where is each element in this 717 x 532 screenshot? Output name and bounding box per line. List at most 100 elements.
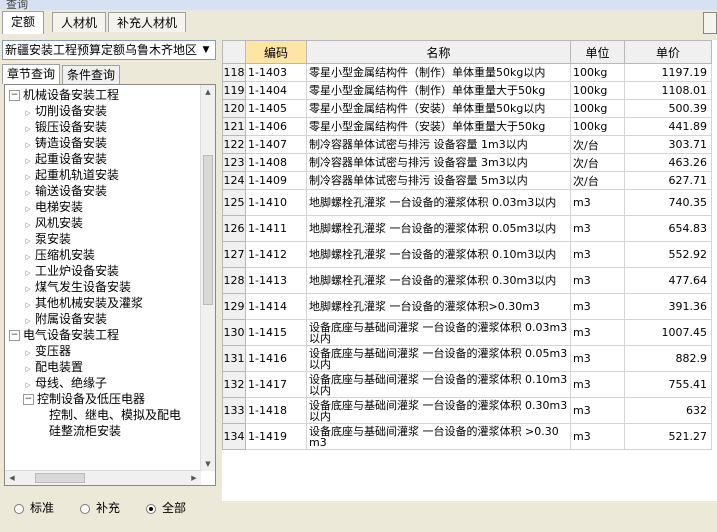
table-row[interactable]: 121 1-1406 零星小型金属结构件（安装）单体重量大于50kg 100kg 441… bbox=[222, 117, 712, 136]
column-header-name[interactable]: 名称 bbox=[306, 40, 571, 64]
tree-item[interactable]: ▷ 变压器 bbox=[23, 343, 71, 359]
tree-item[interactable]: ▷ 起重设备安装 bbox=[23, 151, 107, 167]
table-row[interactable]: 118 1-1403 零星小型金属结构件（制作）单体重量50kg以内 100kg 119… bbox=[222, 63, 712, 82]
scroll-up-icon[interactable]: ▲ bbox=[201, 85, 215, 99]
radio-all-dot[interactable] bbox=[146, 503, 156, 514]
tree-item[interactable]: 控制、继电、模拟及配电 bbox=[37, 407, 181, 423]
radio-standard[interactable]: 标准 bbox=[14, 500, 54, 516]
region-select[interactable]: 新疆安装工程预算定额乌鲁木齐地区 ▼ bbox=[2, 40, 216, 60]
collapse-icon[interactable]: − bbox=[9, 90, 20, 101]
table-row[interactable]: 134 1-1419 设备底座与基础间灌浆 一台设备的灌浆体积 >0.30m3 m3 5… bbox=[222, 423, 712, 450]
tree-item[interactable]: ▷ 附属设备安装 bbox=[23, 311, 107, 327]
tree-item[interactable]: − 电气设备安装工程 bbox=[9, 327, 119, 343]
collapse-icon[interactable]: − bbox=[9, 330, 20, 341]
tree-item-label: 配电装置 bbox=[35, 360, 84, 374]
radio-all[interactable]: 全部 bbox=[146, 500, 186, 516]
tree-item-label: 工业炉设备安装 bbox=[35, 264, 120, 278]
row-number-cell: 130 bbox=[222, 319, 246, 346]
tab-labor-material-machine[interactable]: 人材机 bbox=[52, 12, 107, 32]
close-button[interactable] bbox=[703, 12, 717, 34]
tree-item-label: 铸造设备安装 bbox=[35, 136, 108, 150]
tree-item[interactable]: ▷ 压缩机安装 bbox=[23, 247, 95, 263]
row-number-cell: 131 bbox=[222, 345, 246, 372]
scroll-right-icon[interactable]: ▶ bbox=[187, 471, 201, 485]
table-row[interactable]: 128 1-1413 地脚螺栓孔灌浆 一台设备的灌浆体积 0.30m3以内 m3 477… bbox=[222, 267, 712, 294]
code-cell: 1-1418 bbox=[245, 397, 307, 424]
tree-item[interactable]: ▷ 其他机械安装及灌浆 bbox=[23, 295, 143, 311]
table-row[interactable]: 123 1-1408 制冷容器单体试密与排污 设备容量 3m3以内 次/台 463.26 bbox=[222, 153, 712, 172]
tree-item[interactable]: ▷ 工业炉设备安装 bbox=[23, 263, 119, 279]
scroll-down-icon[interactable]: ▼ bbox=[201, 457, 215, 471]
tab-quota[interactable]: 定额 bbox=[2, 11, 45, 34]
row-number-cell: 133 bbox=[222, 397, 246, 424]
price-cell: 1197.19 bbox=[624, 63, 712, 82]
tree-item[interactable]: ▷ 风机安装 bbox=[23, 215, 83, 231]
price-cell: 1108.01 bbox=[624, 81, 712, 100]
scroll-left-icon[interactable]: ◀ bbox=[5, 471, 19, 485]
tab-condition-query[interactable]: 条件查询 bbox=[62, 65, 121, 84]
tree-vertical-scrollbar[interactable]: ▲ ▼ bbox=[200, 85, 215, 471]
tree-item[interactable]: ▷ 泵安装 bbox=[23, 231, 71, 247]
code-cell: 1-1414 bbox=[245, 293, 307, 320]
tree-item-label: 机械设备安装工程 bbox=[23, 88, 120, 102]
tree-item-label: 泵安装 bbox=[35, 232, 72, 246]
table-row[interactable]: 126 1-1411 地脚螺栓孔灌浆 一台设备的灌浆体积 0.05m3以内 m3 654… bbox=[222, 215, 712, 242]
code-cell: 1-1404 bbox=[245, 81, 307, 100]
tree-item[interactable]: − 机械设备安装工程 bbox=[9, 87, 119, 103]
tree-item[interactable]: ▷ 铸造设备安装 bbox=[23, 135, 107, 151]
tree-horizontal-scrollbar[interactable]: ◀ ▶ bbox=[5, 470, 201, 485]
column-header-price[interactable]: 单价 bbox=[624, 40, 712, 64]
table-row[interactable]: 127 1-1412 地脚螺栓孔灌浆 一台设备的灌浆体积 0.10m3以内 m3 552… bbox=[222, 241, 712, 268]
table-row[interactable]: 125 1-1410 地脚螺栓孔灌浆 一台设备的灌浆体积 0.03m3以内 m3 740… bbox=[222, 189, 712, 216]
table-row[interactable]: 119 1-1404 零星小型金属结构件（制作）单体重量大于50kg 100kg 110… bbox=[222, 81, 712, 100]
table-row[interactable]: 133 1-1418 设备底座与基础间灌浆 一台设备的灌浆体积 0.30m3以内 m3… bbox=[222, 397, 712, 424]
tree-item[interactable]: ▷ 母线、绝缘子 bbox=[23, 375, 107, 391]
unit-cell: m3 bbox=[570, 319, 625, 346]
scroll-thumb[interactable] bbox=[203, 155, 213, 305]
tree-item[interactable]: ▷ 切削设备安装 bbox=[23, 103, 107, 119]
column-header-code[interactable]: 编码 bbox=[245, 40, 307, 64]
tab-chapter-query[interactable]: 章节查询 bbox=[2, 64, 61, 84]
radio-supplementary[interactable]: 补充 bbox=[80, 500, 120, 516]
table-row[interactable]: 124 1-1409 制冷容器单体试密与排污 设备容量 5m3以内 次/台 627.71 bbox=[222, 171, 712, 190]
tree-item-label: 母线、绝缘子 bbox=[35, 376, 108, 390]
tree-item[interactable]: − 控制设备及低压电器 bbox=[23, 391, 145, 407]
tree-item[interactable]: ▷ 输送设备安装 bbox=[23, 183, 107, 199]
scroll-thumb-horizontal[interactable] bbox=[35, 473, 85, 483]
tree-item[interactable]: ▷ 起重机轨道安装 bbox=[23, 167, 119, 183]
tree-item[interactable]: ▷ 配电装置 bbox=[23, 359, 83, 375]
price-cell: 740.35 bbox=[624, 189, 712, 216]
code-cell: 1-1413 bbox=[245, 267, 307, 294]
row-number-cell: 132 bbox=[222, 371, 246, 398]
code-cell: 1-1416 bbox=[245, 345, 307, 372]
table-row[interactable]: 120 1-1405 零星小型金属结构件（安装）单体重量50kg以内 100kg 500… bbox=[222, 99, 712, 118]
tab-supplementary-materials[interactable]: 补充人材机 bbox=[108, 12, 187, 32]
collapse-icon[interactable]: − bbox=[23, 394, 34, 405]
table-row[interactable]: 122 1-1407 制冷容器单体试密与排污 设备容量 1m3以内 次/台 303.71 bbox=[222, 135, 712, 154]
table-row[interactable]: 132 1-1417 设备底座与基础间灌浆 一台设备的灌浆体积 0.10m3以内 m3… bbox=[222, 371, 712, 398]
name-cell: 地脚螺栓孔灌浆 一台设备的灌浆体积 0.30m3以内 bbox=[306, 267, 571, 294]
tree-item-label: 锻压设备安装 bbox=[35, 120, 108, 134]
code-cell: 1-1419 bbox=[245, 423, 307, 450]
chevron-down-icon[interactable]: ▼ bbox=[199, 43, 213, 57]
code-cell: 1-1417 bbox=[245, 371, 307, 398]
radio-standard-label: 标准 bbox=[30, 501, 55, 515]
tree-item[interactable]: ▷ 电梯安装 bbox=[23, 199, 83, 215]
chapter-tree: − 机械设备安装工程 ▷ 切削设备安装 ▷ 锻压设备安装 ▷ 铸造设备安装 ▷ 起重设备安装 ▷ 起重… bbox=[4, 84, 216, 486]
radio-supplementary-dot[interactable] bbox=[80, 503, 90, 514]
tree-item[interactable]: ▷ 锻压设备安装 bbox=[23, 119, 107, 135]
table-row[interactable]: 131 1-1416 设备底座与基础间灌浆 一台设备的灌浆体积 0.05m3以内 m3… bbox=[222, 345, 712, 372]
radio-standard-dot[interactable] bbox=[14, 503, 24, 514]
tree-item-label: 切削设备安装 bbox=[35, 104, 108, 118]
unit-cell: 100kg bbox=[570, 117, 625, 136]
column-header-unit[interactable]: 单位 bbox=[570, 40, 625, 64]
tree-item[interactable]: ▷ 煤气发生设备安装 bbox=[23, 279, 131, 295]
tree-item[interactable]: 硅整流柜安装 bbox=[37, 423, 121, 439]
table-row[interactable]: 130 1-1415 设备底座与基础间灌浆 一台设备的灌浆体积 0.03m3以内 m3… bbox=[222, 319, 712, 346]
name-cell: 制冷容器单体试密与排污 设备容量 5m3以内 bbox=[306, 171, 571, 190]
tree-item-label: 其他机械安装及灌浆 bbox=[35, 296, 144, 310]
price-cell: 303.71 bbox=[624, 135, 712, 154]
tree-item-label: 电气设备安装工程 bbox=[23, 328, 120, 342]
table-row[interactable]: 129 1-1414 地脚螺栓孔灌浆 一台设备的灌浆体积>0.30m3 m3 391.3… bbox=[222, 293, 712, 320]
query-subtabs: 章节查询 条件查询 bbox=[2, 64, 216, 84]
